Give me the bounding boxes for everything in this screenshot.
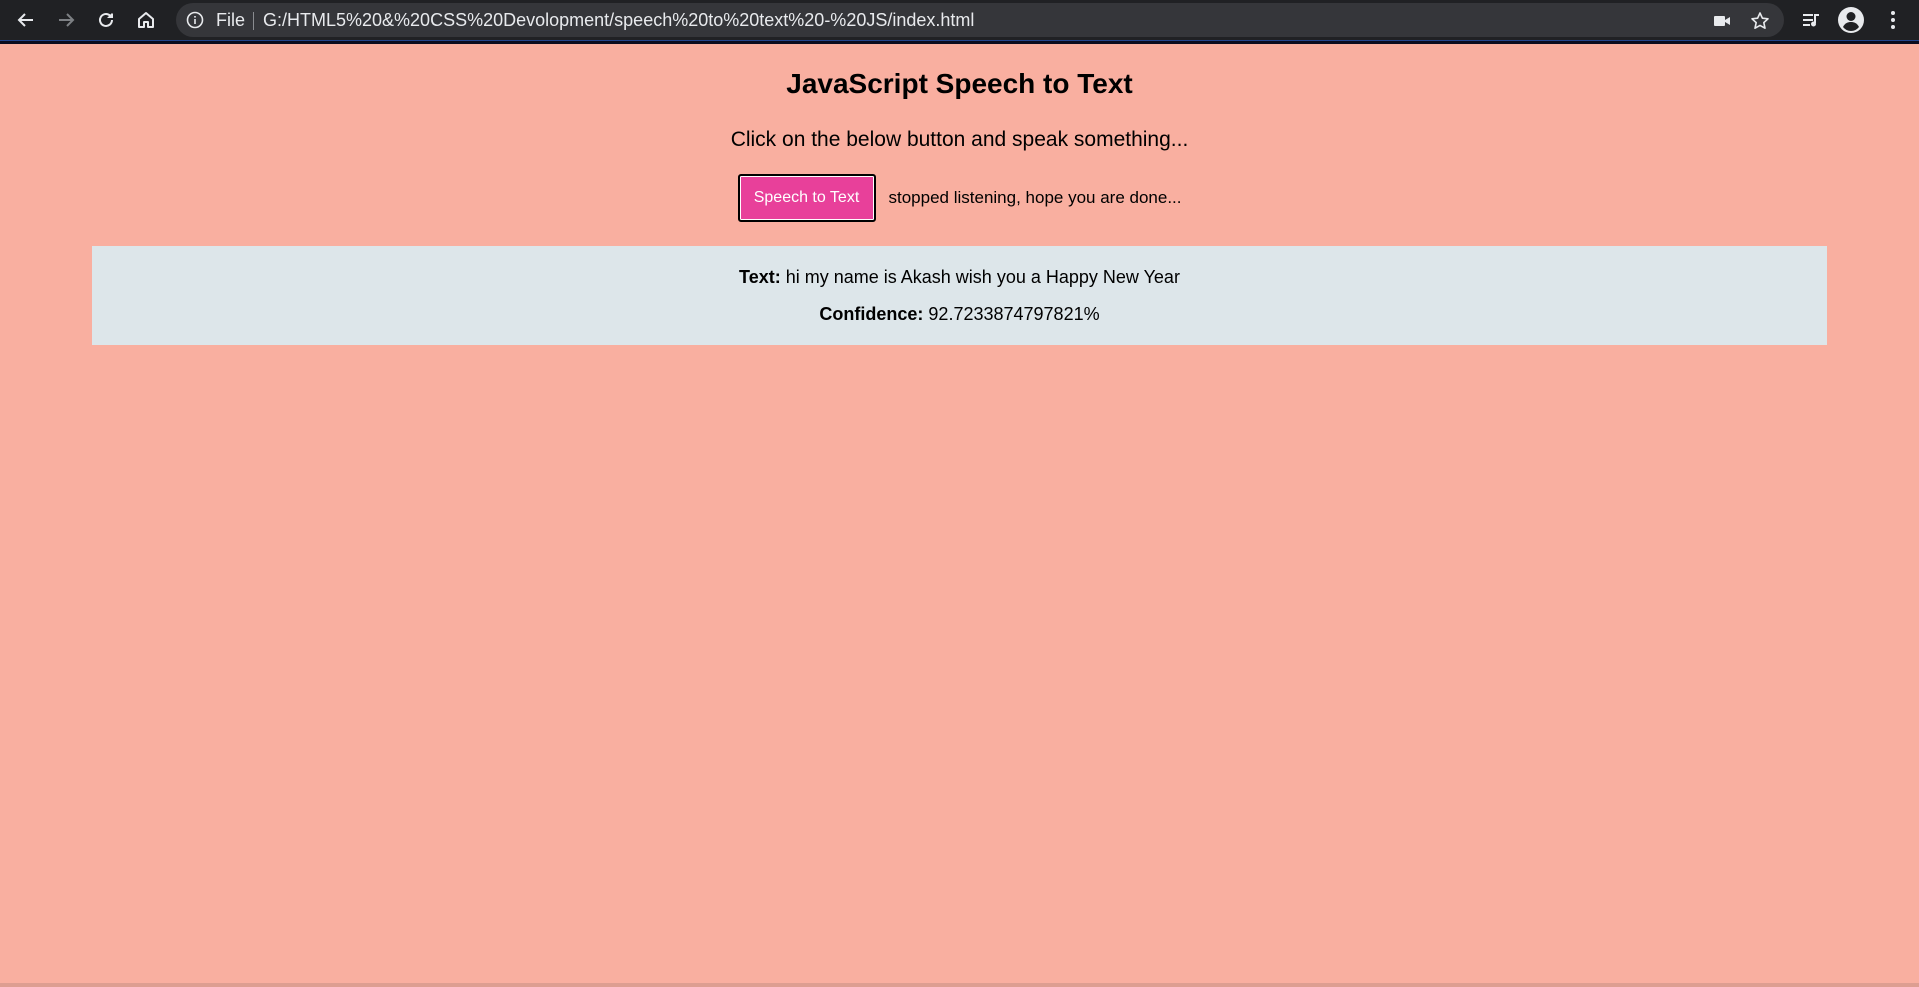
- home-button[interactable]: [131, 5, 161, 35]
- toolbar-divider: [0, 40, 1919, 44]
- page-subtitle: Click on the below button and speak some…: [730, 128, 1189, 151]
- address-bar[interactable]: File G:/HTML5%20&%20CSS%20Devolopment/sp…: [176, 3, 1784, 37]
- media-control-icon: [1801, 10, 1821, 30]
- result-panel: Text: hi my name is Akash wish you a Hap…: [92, 246, 1827, 345]
- back-button[interactable]: [11, 5, 41, 35]
- home-icon: [136, 10, 156, 30]
- recognized-text: hi my name is Akash wish you a Happy New…: [785, 267, 1180, 287]
- text-label: Text:: [739, 267, 781, 287]
- browser-menu-button[interactable]: [1878, 5, 1908, 35]
- arrow-right-icon: [56, 10, 76, 30]
- reload-button[interactable]: [91, 5, 121, 35]
- kebab-menu-icon: [1890, 10, 1896, 30]
- browser-toolbar: File G:/HTML5%20&%20CSS%20Devolopment/sp…: [0, 0, 1919, 40]
- url-text[interactable]: G:/HTML5%20&%20CSS%20Devolopment/speech%…: [263, 10, 974, 30]
- page-title: JavaScript Speech to Text: [786, 68, 1133, 99]
- forward-button[interactable]: [51, 5, 81, 35]
- star-icon[interactable]: [1750, 11, 1770, 31]
- result-confidence-line: Confidence: 92.7233874797821%: [92, 304, 1827, 325]
- url-scheme: File: [216, 10, 246, 30]
- confidence-label: Confidence:: [819, 304, 924, 324]
- camera-icon[interactable]: [1712, 11, 1732, 31]
- reload-icon: [96, 10, 116, 30]
- window-bottom-edge: [0, 983, 1919, 987]
- controls-row: Speech to Text stopped listening, hope y…: [0, 174, 1919, 222]
- arrow-left-icon: [16, 10, 36, 30]
- info-icon[interactable]: [186, 11, 204, 29]
- result-text-line: Text: hi my name is Akash wish you a Hap…: [92, 267, 1827, 288]
- listening-status: stopped listening, hope you are done...: [888, 188, 1182, 207]
- speech-to-text-button[interactable]: Speech to Text: [737, 174, 876, 222]
- confidence-value: 92.7233874797821%: [928, 304, 1100, 324]
- address-separator: [253, 12, 254, 30]
- media-control-button[interactable]: [1796, 5, 1826, 35]
- account-icon: [1837, 6, 1865, 34]
- profile-button[interactable]: [1836, 5, 1866, 35]
